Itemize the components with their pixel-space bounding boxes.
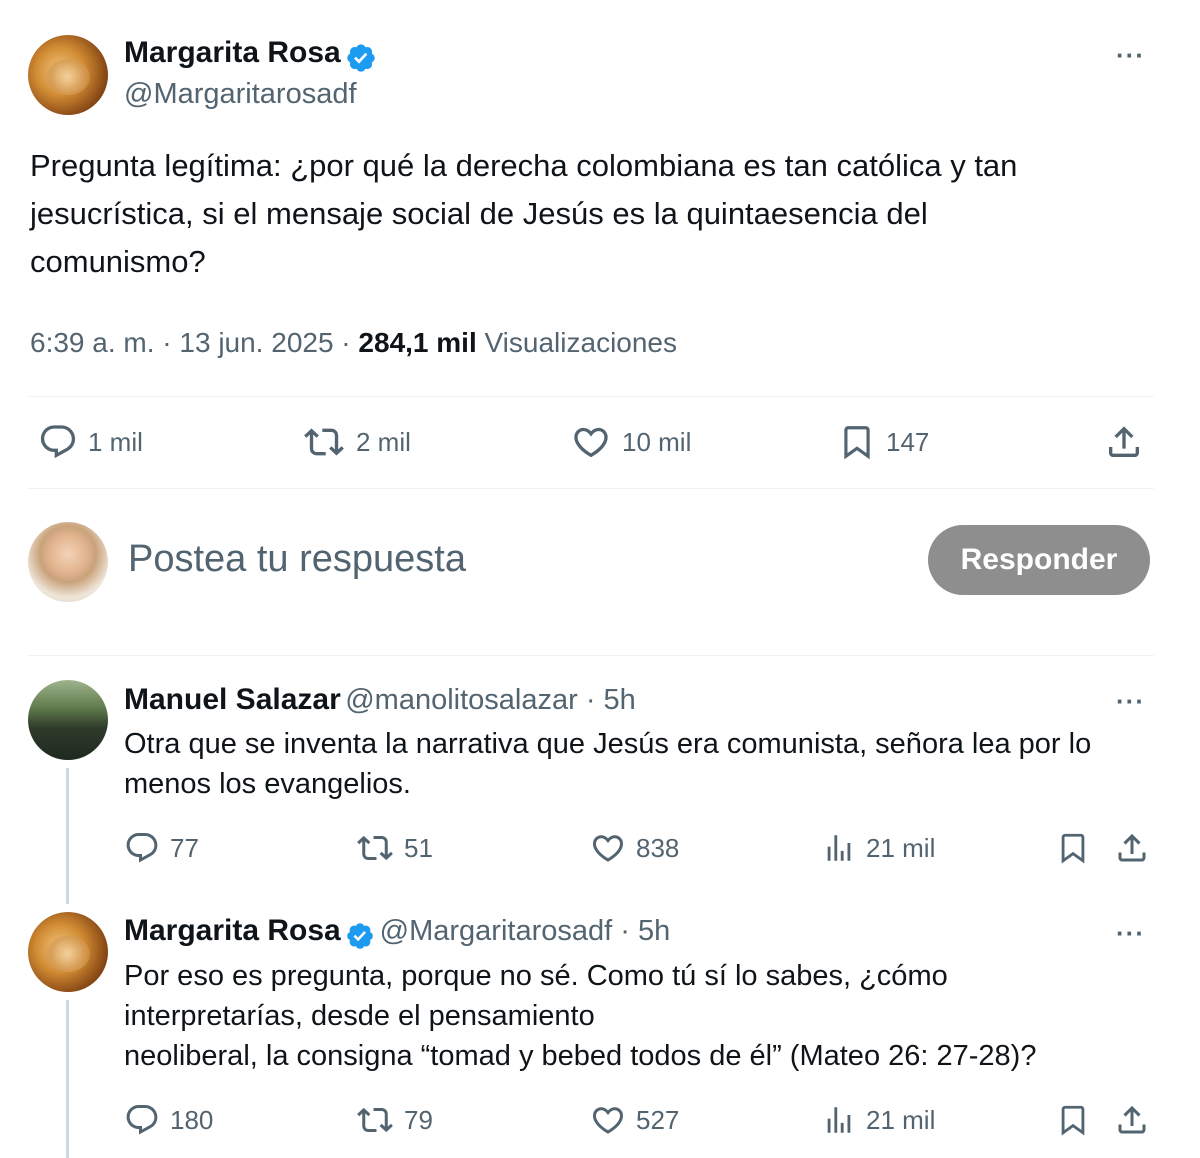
reply-author-handle[interactable]: @Margaritarosadf [380, 915, 613, 947]
reply-action[interactable]: 77 [124, 830, 199, 866]
thread-line [66, 768, 69, 904]
author-header: Margarita Rosa [124, 36, 377, 74]
reply-author-name[interactable]: Manuel Salazar [124, 683, 341, 716]
verified-badge-icon [347, 44, 375, 72]
reply-time[interactable]: · 5h [578, 684, 636, 716]
author-avatar[interactable] [28, 35, 108, 115]
repost-action[interactable]: 51 [356, 830, 433, 866]
like-action[interactable]: 838 [590, 830, 679, 866]
repost-action[interactable]: 79 [356, 1102, 433, 1138]
repost-count: 2 mil [356, 426, 411, 457]
reply-text-line: Otra que se inventa la narrativa que Jes… [124, 728, 1092, 760]
divider [28, 396, 1154, 397]
bookmark-action[interactable]: 147 [838, 422, 929, 462]
views-count: 21 mil [866, 832, 936, 863]
heart-icon [592, 835, 624, 862]
share-action[interactable] [1104, 422, 1144, 462]
reply-text-line: menos los evangelios. [124, 768, 411, 800]
current-user-avatar [28, 522, 108, 602]
bookmark-action[interactable] [1056, 830, 1090, 866]
share-action[interactable] [1114, 1102, 1150, 1138]
reply-text-line: neoliberal, la consigna “tomad y bebed t… [124, 1040, 1037, 1072]
more-options-icon[interactable]: ··· [1116, 686, 1145, 717]
views-label[interactable]: Visualizaciones [477, 327, 678, 358]
heart-icon [574, 427, 608, 458]
bookmark-icon [1061, 833, 1085, 864]
reply-icon [40, 425, 76, 459]
share-action[interactable] [1114, 830, 1150, 866]
post-meta: 6:39 a. m. · 13 jun. 2025 · 284,1 mil Vi… [30, 327, 677, 359]
share-icon [1118, 833, 1146, 862]
reply-icon [126, 833, 158, 863]
divider [28, 655, 1154, 656]
views-action[interactable]: 21 mil [822, 830, 935, 866]
views-action[interactable]: 21 mil [822, 1102, 935, 1138]
repost-action[interactable]: 2 mil [302, 422, 411, 462]
like-count: 838 [636, 832, 680, 863]
reply-button[interactable]: Responder [928, 525, 1150, 595]
reply-author-avatar[interactable] [28, 680, 108, 760]
author-handle[interactable]: @Margaritarosadf [124, 78, 357, 111]
bookmark-icon [844, 426, 870, 460]
like-action[interactable]: 527 [590, 1102, 679, 1138]
post-timestamp[interactable]: 6:39 a. m. · 13 jun. 2025 · [30, 327, 358, 358]
repost-icon [357, 835, 393, 861]
reply-count: 77 [170, 832, 199, 863]
post-text-line: comunismo? [30, 244, 206, 279]
reply-author-avatar[interactable] [28, 912, 108, 992]
reply-header: Margarita Rosa @Margaritarosadf · 5h [124, 914, 670, 951]
divider [28, 488, 1154, 489]
post-text: Pregunta legítima: ¿por qué la derecha c… [30, 142, 1170, 286]
views-chart-icon [827, 1107, 851, 1133]
reply-time[interactable]: · 5h [612, 915, 670, 947]
views-count: 21 mil [866, 1104, 936, 1135]
reply-text: Otra que se inventa la narrativa que Jes… [124, 724, 1164, 804]
post-text-line: Pregunta legítima: ¿por qué la derecha c… [30, 148, 1018, 183]
repost-count: 79 [404, 1104, 433, 1135]
share-icon [1109, 426, 1139, 457]
reply-text: Por eso es pregunta, porque no sé. Como … [124, 956, 1164, 1076]
post-text-line: jesucrística, si el mensaje social de Je… [30, 196, 928, 231]
reply-action[interactable]: 180 [124, 1102, 213, 1138]
reply-count: 180 [170, 1104, 214, 1135]
bookmark-icon [1061, 1105, 1085, 1136]
reply-header: Manuel Salazar @manolitosalazar · 5h [124, 683, 636, 717]
views-count: 284,1 mil [358, 327, 477, 358]
more-options-icon[interactable]: ··· [1116, 918, 1145, 949]
like-action[interactable]: 10 mil [570, 422, 691, 462]
repost-count: 51 [404, 832, 433, 863]
bookmark-action[interactable] [1056, 1102, 1090, 1138]
thread-line [66, 1000, 69, 1158]
like-count: 10 mil [622, 426, 692, 457]
like-count: 527 [636, 1104, 680, 1135]
repost-icon [357, 1107, 393, 1133]
views-chart-icon [827, 835, 851, 861]
author-name[interactable]: Margarita Rosa [124, 36, 341, 69]
reply-action[interactable]: 1 mil [38, 422, 143, 462]
bookmark-count: 147 [886, 426, 930, 457]
reply-input[interactable]: Postea tu respuesta [128, 538, 466, 581]
more-options-icon[interactable]: ··· [1116, 40, 1145, 71]
reply-author-name[interactable]: Margarita Rosa [124, 914, 341, 947]
reply-text-line: interpretarías, desde el pensamiento [124, 1000, 595, 1032]
verified-badge-icon [347, 922, 374, 949]
reply-author-handle[interactable]: @manolitosalazar [345, 684, 578, 716]
reply-count: 1 mil [88, 426, 143, 457]
heart-icon [592, 1107, 624, 1134]
repost-icon [304, 428, 344, 456]
reply-text-line: Por eso es pregunta, porque no sé. Como … [124, 960, 948, 992]
reply-icon [126, 1105, 158, 1135]
share-icon [1118, 1105, 1146, 1134]
